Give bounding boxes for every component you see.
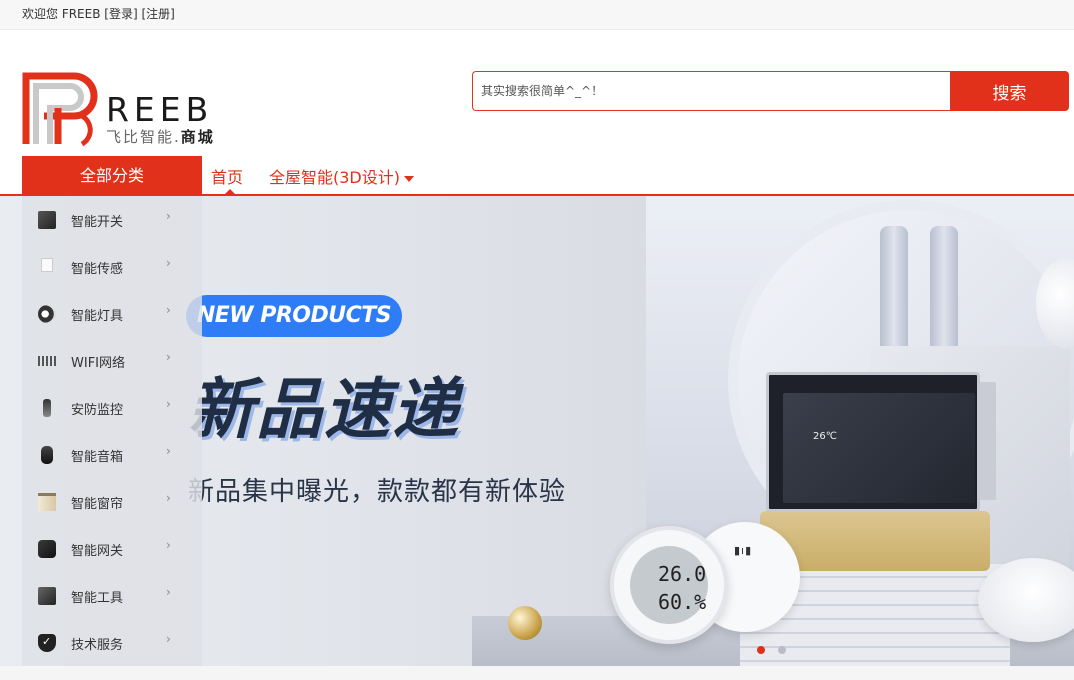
freeb-logo-mark-icon — [22, 72, 98, 147]
category-item-smart-sensor[interactable]: 智能传感 › — [22, 243, 202, 290]
category-label: 智能网关 — [71, 544, 124, 559]
curtain-icon — [38, 493, 56, 511]
category-label: 技术服务 — [71, 638, 124, 653]
chevron-right-icon: › — [166, 632, 171, 646]
category-sidebar: 智能开关 › 智能传感 › 智能灯具 › WIFI网络 › 安防监控 › 智能音… — [22, 196, 202, 666]
welcome-text: 欢迎您 FREEB [登录] [注册] — [22, 5, 175, 22]
chevron-right-icon: › — [166, 350, 171, 364]
caret-down-icon — [404, 175, 414, 182]
panel-temperature: 26℃ — [813, 431, 837, 442]
chevron-right-icon: › — [166, 303, 171, 317]
search-box — [472, 71, 950, 111]
all-categories-button[interactable]: 全部分类 — [22, 156, 202, 196]
wifi-router-icon — [38, 356, 56, 366]
category-item-smart-switch[interactable]: 智能开关 › — [22, 196, 202, 243]
category-item-smart-curtain[interactable]: 智能窗帘 › — [22, 478, 202, 525]
category-item-security[interactable]: 安防监控 › — [22, 384, 202, 431]
category-item-smart-speaker[interactable]: 智能音箱 › — [22, 431, 202, 478]
chevron-right-icon: › — [166, 444, 171, 458]
category-item-tech-service[interactable]: 技术服务 › — [22, 619, 202, 666]
top-bar: 欢迎您 FREEB [登录] [注册] — [0, 0, 1074, 30]
chevron-right-icon: › — [166, 209, 171, 223]
carousel-dot-2[interactable] — [778, 646, 786, 654]
chevron-right-icon: › — [166, 585, 171, 599]
side-switch-image — [978, 382, 996, 500]
category-label: 智能传感 — [71, 262, 124, 277]
logo-sub-bold: 商城 — [180, 128, 215, 146]
thermo-humidity: 60.% — [658, 590, 707, 614]
main-nav: 全部分类 首页 全屋智能(3D设计) — [0, 156, 1074, 196]
lamp-icon — [38, 305, 56, 323]
thermo-temperature: 26.0 — [658, 562, 707, 586]
chevron-right-icon: › — [166, 491, 171, 505]
category-item-smart-tool[interactable]: 智能工具 › — [22, 572, 202, 619]
sensor-icon — [41, 258, 53, 272]
category-label: 智能开关 — [71, 215, 124, 230]
tool-icon — [38, 587, 56, 605]
category-label: WIFI网络 — [71, 356, 125, 371]
active-indicator-icon — [224, 189, 236, 195]
category-item-smart-lamp[interactable]: 智能灯具 › — [22, 290, 202, 337]
category-label: 智能灯具 — [71, 309, 124, 324]
category-label: 智能工具 — [71, 591, 124, 606]
camera-icon — [43, 399, 51, 417]
logo-sub-prefix: 飞比智能. — [106, 128, 181, 146]
register-link[interactable]: [注册] — [141, 7, 174, 21]
site-logo[interactable]: REEB 飞比智能.商城 — [22, 72, 247, 148]
smart-panel-image: 26℃ — [766, 372, 980, 512]
chevron-right-icon: › — [166, 397, 171, 411]
welcome-message: 欢迎您 FREEB — [22, 7, 101, 21]
login-link[interactable]: [登录] — [104, 7, 137, 21]
chevron-right-icon: › — [166, 256, 171, 270]
speaker-icon — [41, 446, 53, 464]
logo-brand-text: REEB — [106, 90, 214, 129]
category-label: 智能音箱 — [71, 450, 124, 465]
category-label: 智能窗帘 — [71, 497, 124, 512]
shield-check-icon — [38, 634, 56, 652]
carousel-dot-1[interactable] — [757, 646, 765, 654]
new-products-badge: NEW PRODUCTS — [186, 295, 402, 337]
search-button[interactable]: 搜索 — [950, 71, 1069, 111]
nav-home-link[interactable]: 首页 — [211, 164, 243, 188]
category-label: 安防监控 — [71, 403, 124, 418]
search-input[interactable] — [473, 72, 950, 110]
thermo-hygrometer-image: 26.0 60.% — [610, 526, 728, 644]
gold-ball-decoration — [508, 606, 542, 640]
page-bottom-strip — [0, 666, 1074, 680]
chevron-right-icon: › — [166, 538, 171, 552]
category-item-wifi[interactable]: WIFI网络 › — [22, 337, 202, 384]
banner-subline: 新品集中曝光，款款都有新体验 — [188, 477, 567, 507]
category-item-smart-gateway[interactable]: 智能网关 › — [22, 525, 202, 572]
sensor-mark-icon: ▮ı▮ — [734, 544, 753, 557]
smart-panel-screen — [783, 393, 975, 503]
thermo-screen: 26.0 60.% — [630, 546, 708, 624]
nav-whole-house-label: 全屋智能(3D设计) — [269, 168, 400, 187]
nav-whole-house-link[interactable]: 全屋智能(3D设计) — [269, 164, 414, 188]
gateway-icon — [38, 540, 56, 558]
banner-headline: 新品速递 — [188, 371, 460, 448]
logo-subtitle: 飞比智能.商城 — [106, 126, 215, 147]
switch-icon — [38, 211, 56, 229]
